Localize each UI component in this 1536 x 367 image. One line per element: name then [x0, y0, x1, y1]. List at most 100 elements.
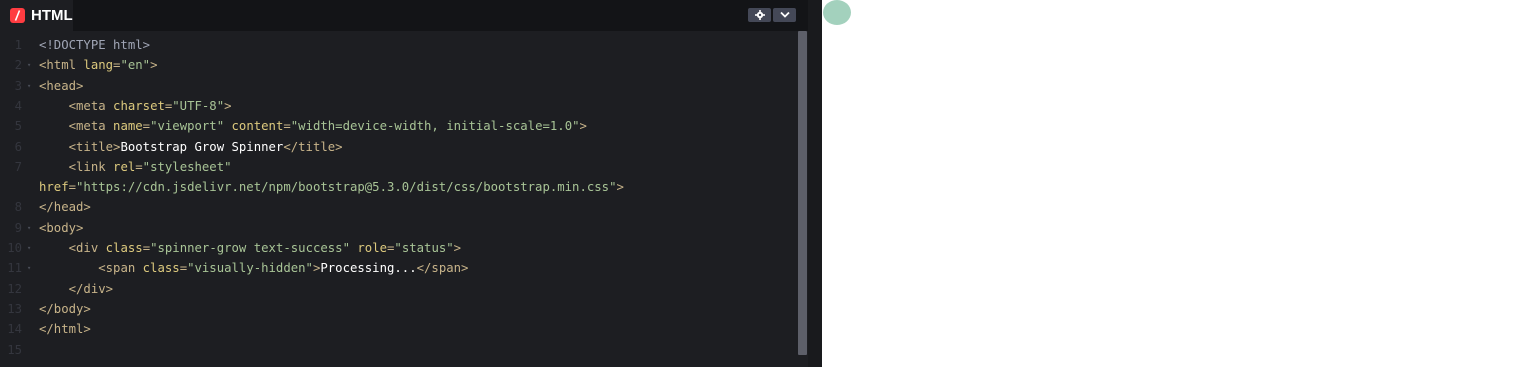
line-number: 5 [14, 119, 22, 134]
fold-arrow-icon[interactable]: ▾ [27, 218, 31, 238]
editor-language-label: HTML [31, 7, 73, 24]
code-token: > [579, 119, 587, 134]
code-token: "spinner-grow text-success" [150, 241, 350, 255]
code-editor[interactable]: 1 <!DOCTYPE html> 2 ▾ <html lang="en"> 3 ▾ <hea… [0, 31, 808, 367]
code-token: = [68, 180, 77, 195]
code-token: <span [98, 261, 143, 276]
codepen-html-icon [10, 8, 25, 23]
html-editor-pane: HTML 1 <!DOCTYPE html> 2 ▾ <html lang="en"> 3… [0, 0, 822, 367]
code-token: <title> [68, 139, 121, 154]
line-number: 14 [7, 322, 22, 337]
code-token: </html> [39, 322, 91, 337]
line-number: 4 [14, 98, 22, 113]
editor-collapse-button[interactable] [773, 8, 796, 22]
code-token: <meta [68, 98, 114, 113]
code-token: Processing... [320, 261, 417, 276]
fold-arrow-icon[interactable]: ▾ [27, 238, 31, 258]
code-text: </div> [39, 279, 113, 299]
fold-arrow-icon[interactable]: ▾ [27, 258, 31, 278]
code-token: "https://cdn.jsdelivr.net/npm/bootstrap@… [76, 180, 617, 195]
code-token: <head> [39, 78, 84, 93]
code-token: = [142, 241, 151, 255]
line-number: 13 [7, 301, 22, 316]
code-token: = [179, 261, 188, 276]
code-token: </head> [39, 200, 91, 215]
code-token: <meta [68, 119, 114, 134]
code-text: <title>Bootstrap Grow Spinner</title> [39, 137, 343, 157]
code-token: "width=device-width, initial-scale=1.0" [290, 119, 580, 134]
line-number: 10 [7, 241, 22, 255]
code-token: </title> [283, 139, 343, 154]
code-line[interactable]: 4 <meta charset="UTF-8"> [0, 96, 808, 116]
code-line[interactable]: href="https://cdn.jsdelivr.net/npm/boots… [0, 177, 808, 197]
code-text: <span class="visually-hidden">Processing… [39, 258, 468, 278]
code-token: class [142, 261, 180, 276]
editor-header: HTML [0, 0, 822, 31]
code-token: rel [113, 159, 136, 174]
code-line[interactable]: 11 ▾ <span class="visually-hidden">Proces… [0, 258, 808, 278]
code-text: </html> [39, 319, 91, 339]
pane-resize-handle[interactable] [808, 0, 822, 367]
code-token: > [453, 241, 462, 255]
code-token: Bootstrap Grow Spinner [120, 139, 284, 154]
code-line[interactable]: 3 ▾ <head> [0, 76, 808, 96]
code-token: "UTF-8" [172, 98, 225, 113]
code-token: name [113, 119, 143, 134]
editor-scrollbar-thumb[interactable] [798, 31, 807, 355]
code-line[interactable]: 9 ▾ <body> [0, 218, 808, 238]
code-token: "viewport" [150, 119, 225, 134]
line-number: 6 [14, 139, 22, 154]
code-line[interactable]: 5 <meta name="viewport" content="width=d… [0, 116, 808, 136]
line-number: 7 [14, 159, 22, 174]
code-token: "stylesheet" [142, 159, 232, 174]
code-line[interactable]: 10 ▾ <div class="spinner-grow text-succes… [0, 238, 808, 258]
chevron-down-icon [779, 11, 790, 18]
code-line[interactable]: 15 [0, 340, 808, 360]
code-text: </head> [39, 197, 91, 217]
code-token: > [616, 180, 624, 195]
fold-arrow-icon[interactable]: ▾ [27, 55, 31, 75]
code-text: <meta name="viewport" content="width=dev… [39, 116, 587, 136]
code-token: <body> [39, 220, 84, 235]
code-token: "visually-hidden" [187, 261, 313, 276]
code-token: = [283, 119, 291, 134]
code-token: <link [68, 159, 114, 174]
code-text: href="https://cdn.jsdelivr.net/npm/boots… [39, 177, 624, 197]
gear-icon [754, 10, 765, 20]
code-line[interactable]: 8 </head> [0, 197, 808, 217]
result-preview-pane [822, 0, 1536, 367]
line-number: 9 [14, 220, 22, 235]
code-token: = [135, 159, 143, 174]
code-text: <head> [39, 76, 83, 96]
editor-tab-html[interactable]: HTML [0, 0, 73, 31]
code-token: > [224, 98, 232, 113]
code-line[interactable]: 14 </html> [0, 319, 808, 339]
code-text: <!DOCTYPE html> [39, 35, 150, 55]
code-text: </body> [39, 299, 91, 319]
editor-settings-button[interactable] [748, 8, 771, 22]
line-number: 3 [14, 78, 22, 93]
fold-arrow-icon[interactable]: ▾ [27, 76, 31, 96]
code-line[interactable]: 12 </div> [0, 279, 808, 299]
code-text: <link rel="stylesheet" [39, 157, 232, 177]
code-line[interactable]: 13 </body> [0, 299, 808, 319]
code-line[interactable]: 1 <!DOCTYPE html> [0, 35, 808, 55]
grow-spinner [823, 0, 851, 25]
code-line[interactable]: 7 <link rel="stylesheet" [0, 157, 808, 177]
code-token: = [142, 119, 151, 134]
code-line[interactable]: 2 ▾ <html lang="en"> [0, 55, 808, 75]
code-token: content [231, 119, 284, 134]
code-text: <html lang="en"> [39, 55, 157, 75]
code-text: <meta charset="UTF-8"> [39, 96, 232, 116]
code-token: href [39, 180, 69, 195]
code-token: role [357, 241, 388, 255]
code-token: </body> [39, 301, 91, 316]
code-line[interactable]: 6 <title>Bootstrap Grow Spinner</title> [0, 137, 808, 157]
code-token: "en" [120, 58, 151, 73]
